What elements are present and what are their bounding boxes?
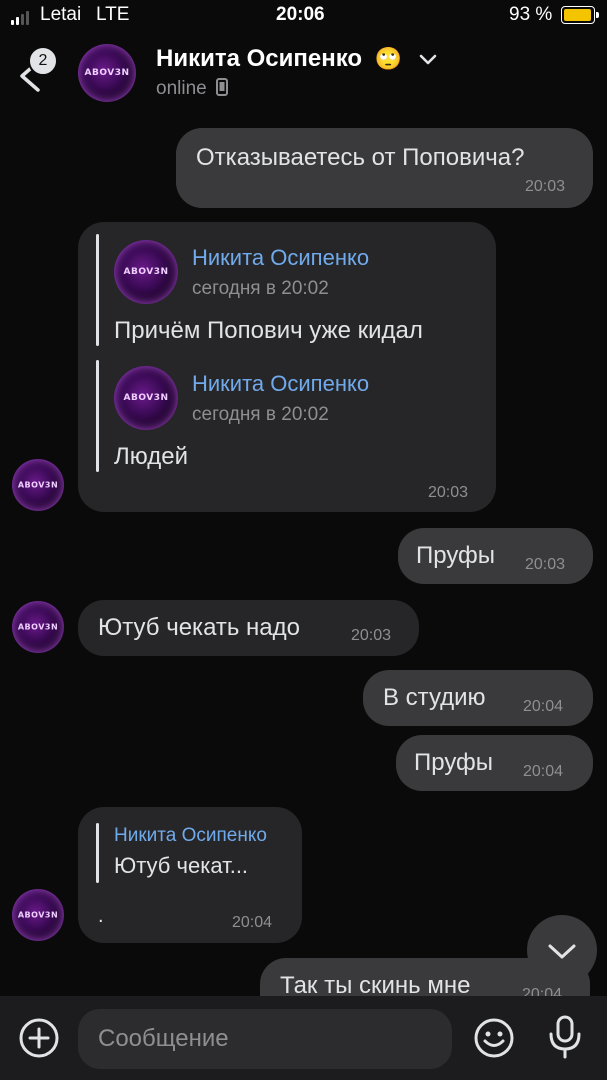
signal-icon [11, 11, 29, 25]
message-text: В студию [383, 684, 486, 711]
forward-date: сегодня в 20:02 [192, 278, 329, 299]
status-bar: Letai LTE 20:06 93 % [0, 0, 607, 32]
battery-icon [561, 6, 599, 24]
sender-avatar[interactable]: ABOV3N [12, 459, 64, 511]
network-type: LTE [96, 4, 130, 25]
emoji-status: 🙄 [374, 46, 403, 71]
plus-circle-icon [19, 1018, 59, 1058]
message-time: 20:03 [428, 484, 469, 501]
outgoing-message[interactable]: В студию 20:04 [363, 670, 593, 726]
microphone-icon [549, 1015, 581, 1059]
online-status: online [156, 78, 228, 100]
forward-text: Людей [114, 443, 188, 470]
message-time: 20:03 [351, 627, 392, 644]
message-time: 20:03 [525, 556, 566, 573]
phone-icon [216, 78, 228, 96]
message-time: 20:04 [232, 914, 273, 931]
outgoing-message[interactable]: Пруфы 20:04 [396, 735, 593, 791]
smile-icon [474, 1018, 514, 1058]
chevron-down-icon[interactable] [419, 54, 437, 66]
message-time: 20:03 [525, 178, 566, 195]
message-input-placeholder: Сообщение [98, 1025, 229, 1052]
clock: 20:06 [276, 4, 325, 25]
forward-bar [96, 360, 99, 472]
reply-bar [96, 823, 99, 883]
reply-text[interactable]: Ютуб чекат... [114, 853, 248, 879]
forward-bar [96, 234, 99, 346]
message-text: Пруфы [416, 542, 496, 569]
outgoing-message[interactable]: Пруфы 20:03 [398, 528, 593, 584]
incoming-message[interactable]: Ютуб чекать надо 20:03 [78, 600, 419, 656]
avatar[interactable]: ABOV3N [78, 44, 136, 102]
forward-author[interactable]: Никита Осипенко [192, 245, 369, 271]
emoji-button[interactable] [472, 1016, 516, 1065]
message-time: 20:04 [523, 763, 564, 780]
unread-badge: 2 [28, 46, 58, 76]
message-text: Отказываетесь от Поповича? [196, 144, 525, 171]
attach-button[interactable] [18, 1017, 60, 1064]
forward-avatar[interactable]: ABOV3N [114, 240, 178, 304]
message-time: 20:04 [523, 698, 564, 715]
outgoing-message[interactable]: Отказываетесь от Поповича? 20:03 [176, 128, 593, 208]
message-text: Ютуб чекать надо [98, 614, 301, 641]
chevron-down-icon [548, 944, 576, 959]
battery-percent: 93 % [509, 4, 553, 25]
sender-avatar[interactable]: ABOV3N [12, 889, 64, 941]
reply-author[interactable]: Никита Осипенко [114, 825, 267, 847]
forward-author[interactable]: Никита Осипенко [192, 371, 369, 397]
forward-avatar[interactable]: ABOV3N [114, 366, 178, 430]
message-text: Пруфы [414, 749, 494, 776]
contact-name[interactable]: Никита Осипенко 🙄 [156, 45, 437, 73]
forward-text: Причём Попович уже кидал [114, 317, 423, 344]
sender-avatar[interactable]: ABOV3N [12, 601, 64, 653]
microphone-button[interactable] [546, 1014, 584, 1065]
incoming-forwarded-message[interactable]: ABOV3N Никита Осипенко сегодня в 20:02 П… [78, 222, 496, 512]
incoming-reply-message[interactable]: Никита Осипенко Ютуб чекат... . 20:04 [78, 807, 302, 943]
carrier-name: Letai [40, 4, 82, 25]
scroll-down-button[interactable] [527, 915, 597, 985]
message-text: . [98, 905, 104, 927]
forward-date: сегодня в 20:02 [192, 404, 329, 425]
